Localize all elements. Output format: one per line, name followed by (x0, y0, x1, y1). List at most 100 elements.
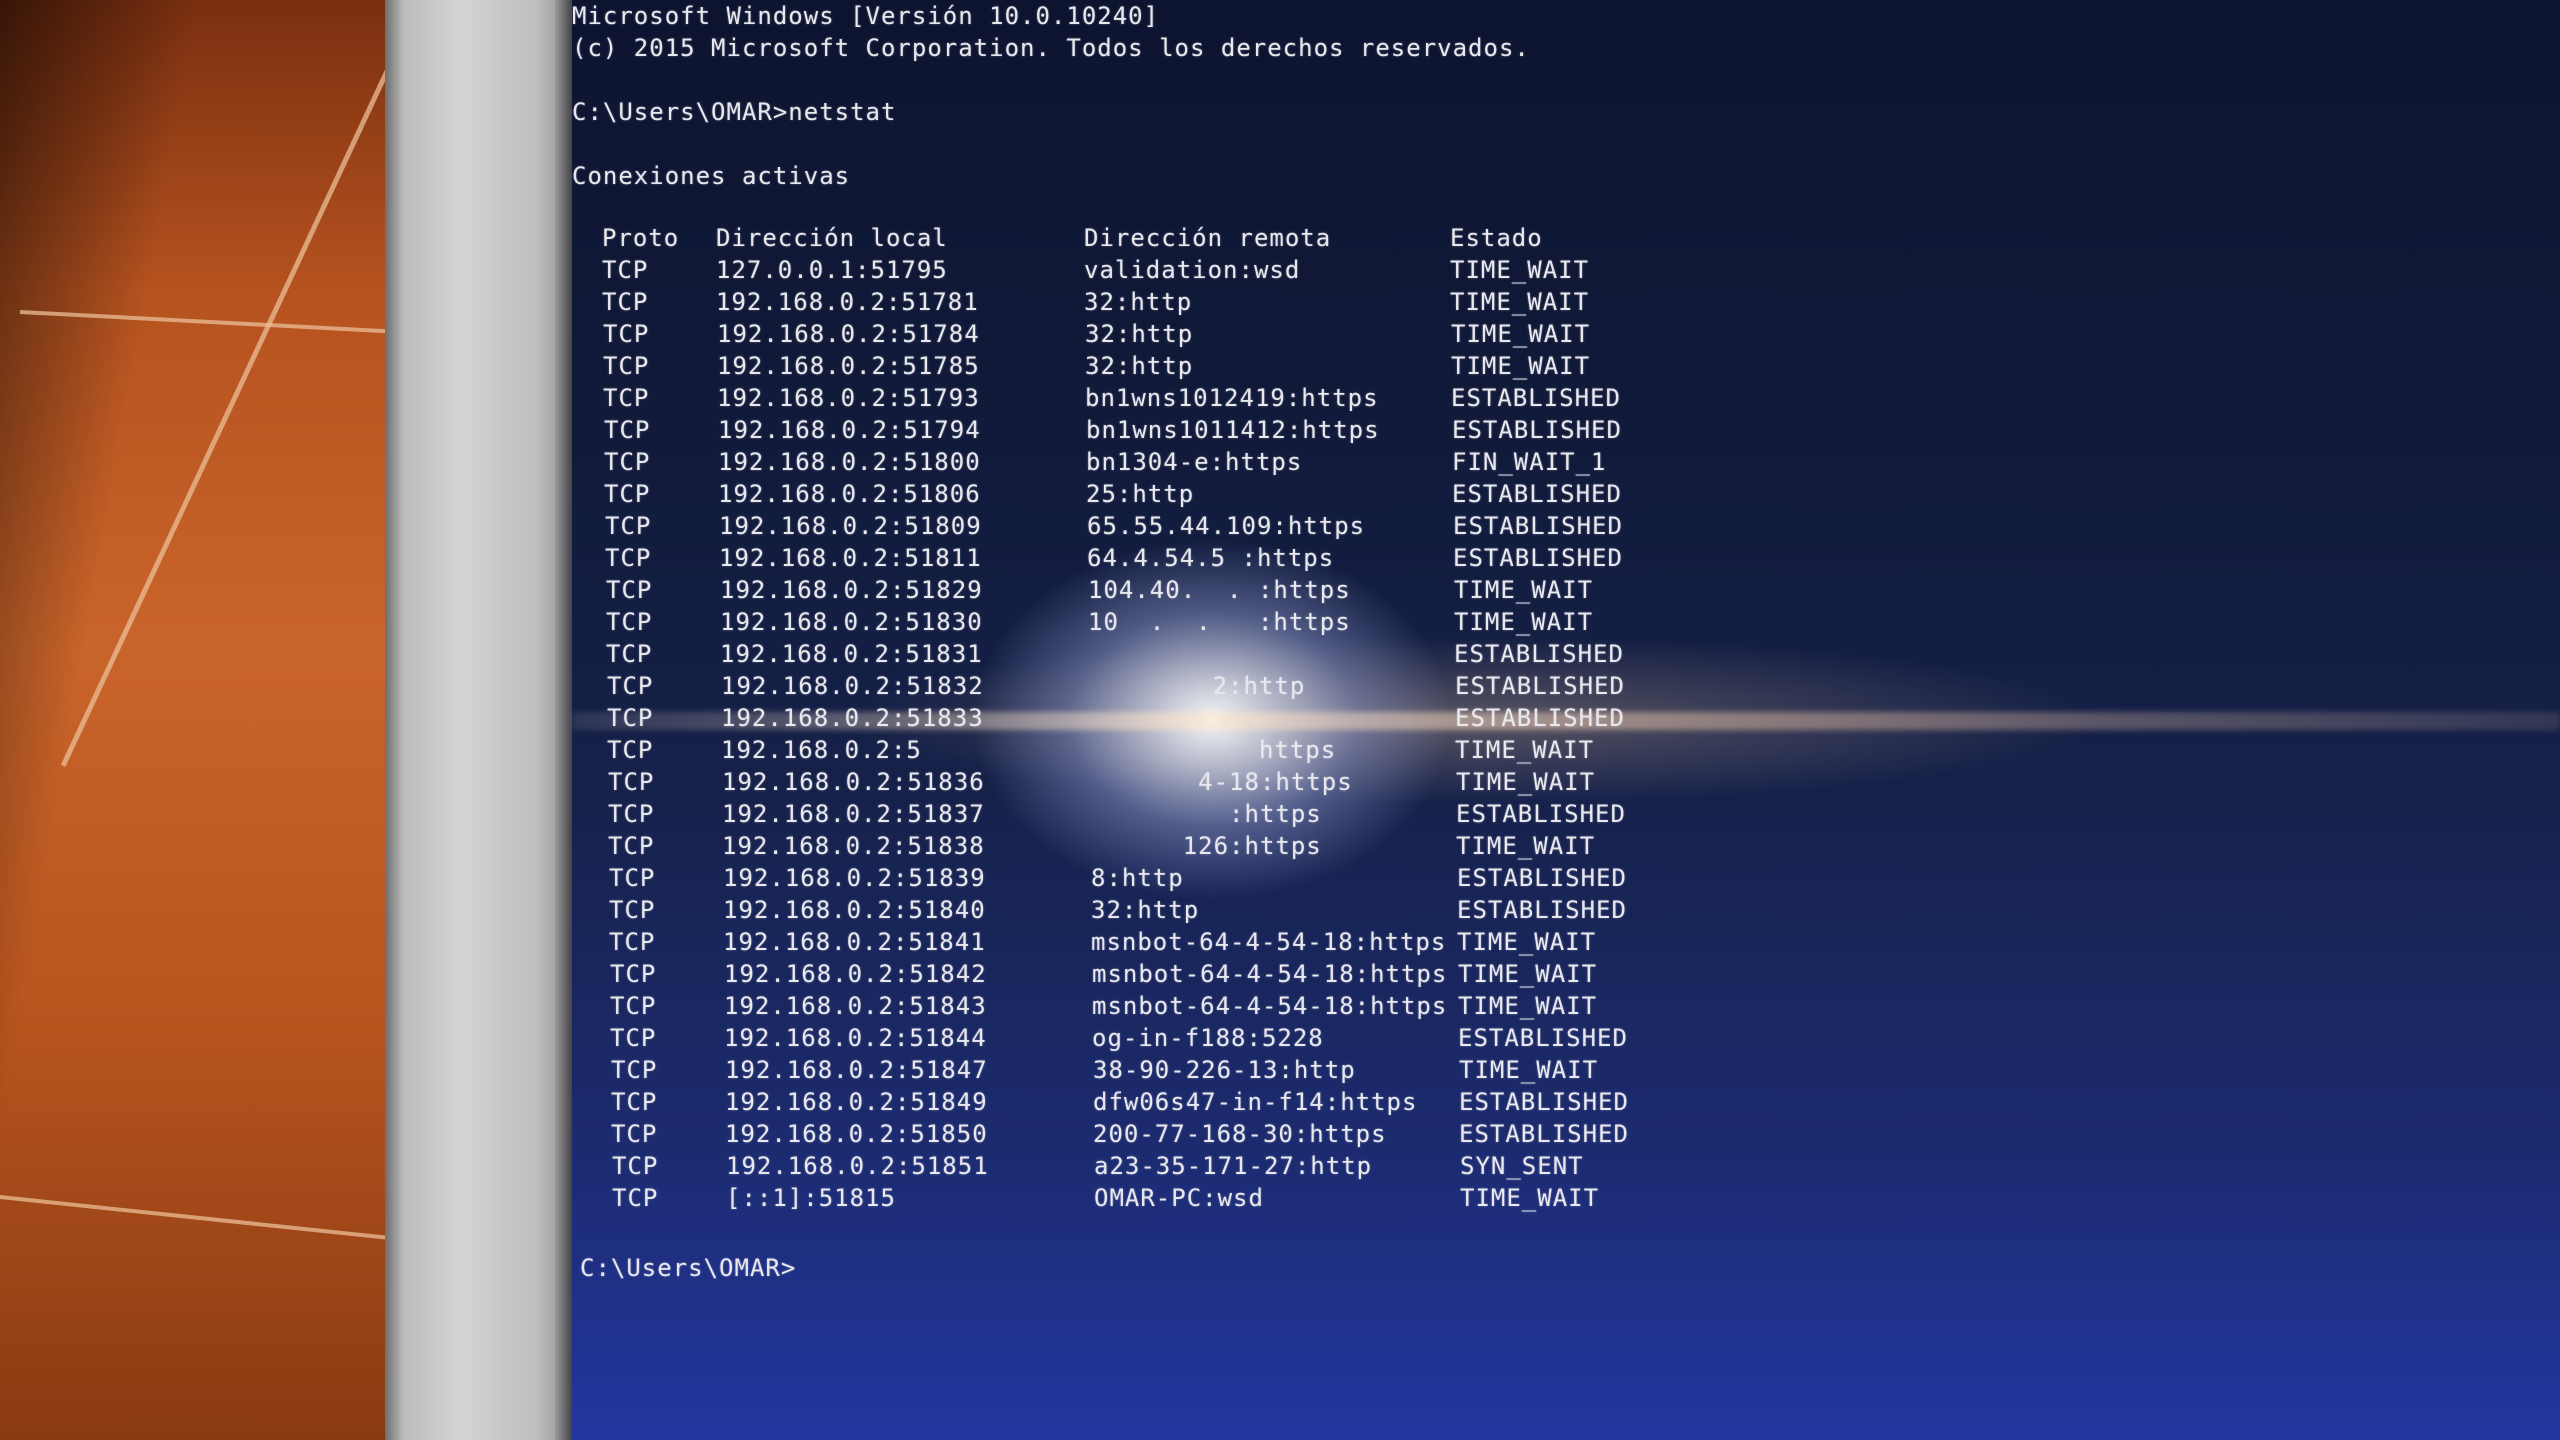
cell-local-address: 192.168.0.2:51781 (716, 288, 979, 316)
cell-proto: TCP (604, 480, 651, 508)
cell-remote-address: 32:http (1084, 288, 1193, 316)
cell-remote-address: msnbot-64-4-54-18:https (1091, 928, 1447, 956)
cell-proto: TCP (603, 320, 650, 348)
cell-remote-address: https (1089, 736, 1337, 764)
cell-state: ESTABLISHED (1456, 800, 1626, 828)
cell-remote-address: msnbot-64-4-54-18:https (1092, 960, 1448, 988)
table-row: TCP 192.168.0.2:51794 bn1wns1011412:https E… (574, 414, 1774, 446)
photo-scene: Microsoft Windows [Versión 10.0.10240] (… (0, 0, 2560, 1440)
tile-grout-line (60, 57, 395, 767)
table-row: TCP 192.168.0.2:51832 2:http ESTABLISHED (577, 670, 1777, 702)
cell-state: TIME_WAIT (1458, 992, 1598, 1020)
cell-state: ESTABLISHED (1459, 1120, 1629, 1148)
cell-remote-address: a23-35-171-27:http (1094, 1152, 1373, 1180)
table-row: TCP 192.168.0.2:51839 8:http ESTABLISHED (579, 862, 1779, 894)
table-row: TCP 192.168.0.2:51811 64.4.54.5 :https ESTA… (575, 542, 1775, 574)
cell-remote-address: bn1wns1012419:https (1085, 384, 1379, 412)
header-proto: Proto (602, 224, 680, 252)
header-state: Estado (1450, 224, 1543, 252)
cell-local-address: 192.168.0.2:51830 (720, 608, 983, 636)
cell-state: ESTABLISHED (1452, 480, 1622, 508)
cell-proto: TCP (607, 736, 654, 764)
cell-state: TIME_WAIT (1450, 288, 1590, 316)
cell-proto: TCP (611, 1088, 658, 1116)
table-header: Proto Dirección local Dirección remota E… (572, 222, 1772, 254)
laptop-bezel (385, 0, 575, 1440)
cell-remote-address: msnbot-64-4-54-18:https (1092, 992, 1448, 1020)
header-remote-address: Dirección remota (1084, 224, 1332, 252)
cell-state: TIME_WAIT (1451, 320, 1591, 348)
cell-proto: TCP (612, 1152, 659, 1180)
floor-tiles (0, 0, 410, 1440)
cell-local-address: 192.168.0.2:51838 (722, 832, 985, 860)
cell-proto: TCP (604, 448, 651, 476)
table-row: TCP 192.168.0.2:51829 104.40. . :https TIME… (576, 574, 1776, 606)
cell-local-address: 192.168.0.2:51806 (718, 480, 981, 508)
cell-local-address: 192.168.0.2:51843 (724, 992, 987, 1020)
cell-local-address: 192.168.0.2:51800 (718, 448, 981, 476)
cell-remote-address: 32:http (1091, 896, 1200, 924)
cell-local-address: 192.168.0.2:51811 (719, 544, 982, 572)
table-row: TCP 192.168.0.2:51850 200-77-168-30:https E… (581, 1118, 1781, 1150)
cell-state: TIME_WAIT (1451, 352, 1591, 380)
cmd-window[interactable]: Microsoft Windows [Versión 10.0.10240] (… (572, 0, 2560, 1440)
cell-remote-address: 104.40. . :https (1088, 576, 1351, 604)
cell-proto: TCP (611, 1056, 658, 1084)
cell-remote-address: 38-90-226-13:http (1093, 1056, 1356, 1084)
cell-remote-address: og-in-f188:5228 (1092, 1024, 1324, 1052)
cell-proto: TCP (609, 896, 656, 924)
cell-local-address: 192.168.0.2:51847 (725, 1056, 988, 1084)
cell-remote-address: 25:http (1086, 480, 1195, 508)
cell-remote-address: 4-18:https (1090, 768, 1353, 796)
cell-proto: TCP (608, 832, 655, 860)
cell-proto: TCP (604, 416, 651, 444)
cell-state: ESTABLISHED (1453, 544, 1623, 572)
cell-state: ESTABLISHED (1455, 672, 1625, 700)
cell-local-address: 192.168.0.2:51842 (724, 960, 987, 988)
table-row: TCP 192.168.0.2:51781 32:http TIME_WAIT (572, 286, 1772, 318)
cell-proto: TCP (610, 960, 657, 988)
cell-local-address: 192.168.0.2:51829 (720, 576, 983, 604)
cell-state: ESTABLISHED (1454, 640, 1624, 668)
cell-local-address: 192.168.0.2:51837 (722, 800, 985, 828)
table-row: TCP 192.168.0.2:51851 a23-35-171-27:http SY… (582, 1150, 1782, 1182)
cell-remote-address: 10 . . :https (1088, 608, 1351, 636)
cell-local-address: 192.168.0.2:51840 (723, 896, 986, 924)
cell-state: TIME_WAIT (1450, 256, 1590, 284)
cell-proto: TCP (603, 352, 650, 380)
cell-proto: TCP (607, 672, 654, 700)
table-row: TCP 192.168.0.2:51784 32:http TIME_WAIT (573, 318, 1773, 350)
cell-state: ESTABLISHED (1452, 416, 1622, 444)
cell-local-address: 127.0.0.1:51795 (716, 256, 948, 284)
command-line: C:\Users\OMAR>netstat (572, 98, 897, 126)
header-copyright: (c) 2015 Microsoft Corporation. Todos lo… (572, 34, 1530, 62)
cell-state: ESTABLISHED (1457, 864, 1627, 892)
cell-proto: TCP (610, 1024, 657, 1052)
table-row: TCP 192.168.0.2:51849 dfw06s47-in-f14:http… (581, 1086, 1781, 1118)
cell-remote-address: dfw06s47-in-f14:https (1093, 1088, 1418, 1116)
cell-remote-address: :https (1090, 800, 1322, 828)
table-row: TCP 192.168.0.2:51836 4-18:https TIME_WAIT (578, 766, 1778, 798)
table-row: TCP [::1]:51815 OMAR-PC:wsd TIME_WAIT (582, 1182, 1782, 1214)
cell-state: ESTABLISHED (1453, 512, 1623, 540)
cell-local-address: 192.168.0.2:51851 (726, 1152, 989, 1180)
cell-proto: TCP (607, 704, 654, 732)
cell-remote-address: validation:wsd (1084, 256, 1301, 284)
cell-remote-address: 32:http (1085, 352, 1194, 380)
cell-state: TIME_WAIT (1460, 1184, 1600, 1212)
cell-remote-address: 2:http (1089, 672, 1306, 700)
table-row: TCP 192.168.0.2:51806 25:http ESTABLISHED (574, 478, 1774, 510)
table-row: TCP 192.168.0.2:51843 msnbot-64-4-54-18:ht… (580, 990, 1780, 1022)
tile-grout-line (19, 310, 390, 334)
table-row: TCP 192.168.0.2:51841 msnbot-64-4-54-18:ht… (579, 926, 1779, 958)
console-output: Microsoft Windows [Versión 10.0.10240] (… (572, 0, 1628, 1282)
table-row: TCP 192.168.0.2:51847 38-90-226-13:http TIM… (581, 1054, 1781, 1086)
table-row: TCP 192.168.0.2:51831 ESTABLISHED (576, 638, 1776, 670)
cell-state: ESTABLISHED (1458, 1024, 1628, 1052)
cell-local-address: 192.168.0.2:51831 (720, 640, 983, 668)
cell-local-address: 192.168.0.2:51784 (717, 320, 980, 348)
final-prompt[interactable]: C:\Users\OMAR> (580, 1252, 808, 1284)
cell-state: SYN_SENT (1460, 1152, 1584, 1180)
section-title: Conexiones activas (572, 162, 851, 190)
cell-remote-address: 64.4.54.5 :https (1087, 544, 1335, 572)
